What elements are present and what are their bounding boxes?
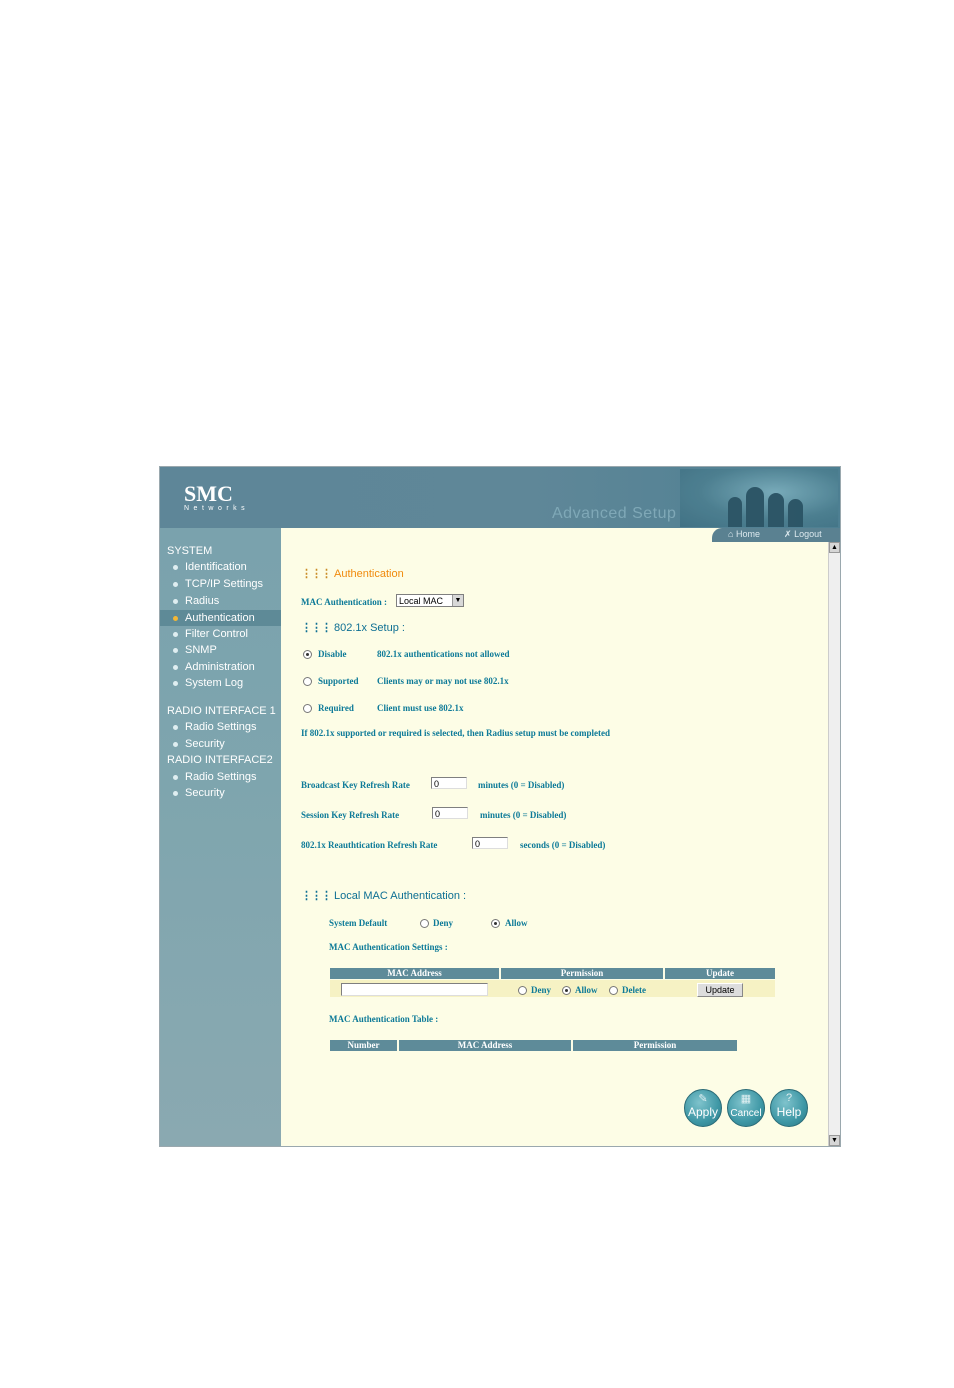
question-icon: ? [785, 1092, 793, 1104]
bullet-icon [173, 741, 178, 747]
radio-perm-allow[interactable] [562, 986, 571, 995]
mac-auth-label: MAC Authentication : [301, 597, 387, 607]
header-banner: SMC Networks Advanced Setup [160, 467, 840, 528]
sidebar-item-tcpip[interactable]: TCP/IP Settings [173, 578, 263, 590]
bullet-icon [173, 664, 178, 670]
disable-description: 802.1x authentications not allowed [377, 649, 510, 659]
bullet-icon [173, 774, 178, 780]
default-deny-label: Deny [433, 918, 453, 928]
mac-table-header-mac: MAC Address [399, 1040, 571, 1051]
apply-button[interactable]: ✎ Apply [684, 1089, 722, 1127]
chevron-down-icon: ▼ [452, 595, 463, 606]
apply-icon: ✎ [698, 1093, 708, 1105]
brand-name: SMC [184, 481, 233, 506]
page-title: ⋮⋮⋮ Authentication [301, 568, 404, 580]
radio-required-label: Required [318, 703, 354, 713]
scroll-down-icon[interactable]: ▼ [829, 1135, 840, 1146]
bullet-icon [173, 647, 178, 653]
help-button[interactable]: ? Help [770, 1089, 808, 1127]
bullet-icon [173, 631, 178, 637]
session-unit: minutes (0 = Disabled) [480, 810, 567, 820]
brand-subtitle: Networks [184, 505, 250, 512]
mac-table-header-number: Number [330, 1040, 397, 1051]
settings-header-mac: MAC Address [330, 968, 499, 979]
main-content: ⋮⋮⋮ Authentication MAC Authentication : L… [281, 528, 828, 1146]
session-label: Session Key Refresh Rate [301, 810, 400, 820]
settings-header-update: Update [665, 968, 775, 979]
bullet-icon [173, 564, 178, 570]
broadcast-input[interactable]: 0 [431, 777, 467, 789]
radio-default-deny[interactable] [420, 919, 429, 928]
bullet-icon [173, 724, 178, 730]
perm-deny-label: Deny [531, 985, 551, 995]
broadcast-unit: minutes (0 = Disabled) [478, 780, 565, 790]
radio-default-allow[interactable] [491, 919, 500, 928]
grip-icon: ⋮⋮⋮ [301, 568, 332, 580]
sidebar-item-radius[interactable]: Radius [173, 595, 219, 607]
reauth-input[interactable]: 0 [472, 837, 508, 849]
local-mac-title: ⋮⋮⋮ Local MAC Authentication : [301, 890, 467, 902]
sidebar-item-snmp[interactable]: SNMP [173, 644, 217, 656]
sidebar: SYSTEM Identification TCP/IP Settings Ra… [160, 528, 281, 1146]
settings-header-permission: Permission [501, 968, 663, 979]
radio-supported[interactable] [303, 677, 312, 686]
sidebar-item-authentication[interactable]: Authentication [160, 610, 281, 626]
sidebar-item-administration[interactable]: Administration [173, 661, 255, 673]
mac-settings-label: MAC Authentication Settings : [329, 942, 448, 952]
bullet-icon [173, 680, 178, 686]
grip-icon: ⋮⋮⋮ [301, 890, 332, 902]
radio-perm-delete[interactable] [609, 986, 618, 995]
supported-description: Clients may or may not use 802.1x [377, 676, 509, 686]
banner-title: Advanced Setup [552, 505, 677, 522]
radio-supported-label: Supported [318, 676, 359, 686]
bullet-icon [173, 615, 178, 621]
sidebar-item-radio2-security[interactable]: Security [173, 787, 225, 799]
sidebar-item-radio1-security[interactable]: Security [173, 738, 225, 750]
sidebar-heading-radio2: RADIO INTERFACE2 [167, 754, 273, 766]
perm-delete-label: Delete [622, 985, 646, 995]
default-allow-label: Allow [505, 918, 528, 928]
radio-perm-deny[interactable] [518, 986, 527, 995]
radio-disable[interactable] [303, 650, 312, 659]
radio-disable-label: Disable [318, 649, 347, 659]
mac-table-label: MAC Authentication Table : [329, 1014, 439, 1024]
reauth-label: 802.1x Reauthtication Refresh Rate [301, 840, 438, 850]
mac-auth-select[interactable]: Local MAC ▼ [396, 594, 464, 607]
vertical-scrollbar[interactable]: ▲ ▼ [828, 542, 840, 1146]
sidebar-item-system-log[interactable]: System Log [173, 677, 243, 689]
mac-table-header-permission: Permission [573, 1040, 737, 1051]
bullet-icon [173, 790, 178, 796]
required-description: Client must use 802.1x [377, 703, 464, 713]
radius-note: If 802.1x supported or required is selec… [301, 728, 611, 738]
sidebar-item-identification[interactable]: Identification [173, 561, 247, 573]
scroll-up-icon[interactable]: ▲ [829, 542, 840, 553]
perm-allow-label: Allow [575, 985, 598, 995]
sidebar-item-filter-control[interactable]: Filter Control [173, 628, 248, 640]
cancel-button[interactable]: ▦ Cancel [727, 1089, 765, 1127]
system-default-label: System Default [329, 918, 388, 928]
sidebar-heading-radio1: RADIO INTERFACE 1 [167, 705, 276, 717]
bullet-icon [173, 598, 178, 604]
sidebar-item-radio1-settings[interactable]: Radio Settings [173, 721, 257, 733]
smc-logo: SMC Networks [184, 481, 249, 512]
sidebar-heading-system: SYSTEM [167, 545, 213, 557]
radio-required[interactable] [303, 704, 312, 713]
banner-image [680, 469, 838, 527]
browser-frame: SMC Networks Advanced Setup ⌂ Home ✗ Log… [159, 466, 841, 1147]
setup-title: ⋮⋮⋮ 802.1x Setup : [301, 622, 405, 634]
session-input[interactable]: 0 [432, 807, 468, 819]
reauth-unit: seconds (0 = Disabled) [520, 840, 606, 850]
bullet-icon [173, 581, 178, 587]
update-button[interactable]: Update [697, 983, 743, 997]
sidebar-item-radio2-settings[interactable]: Radio Settings [173, 771, 257, 783]
trash-icon: ▦ [740, 1093, 752, 1105]
grip-icon: ⋮⋮⋮ [301, 622, 332, 634]
broadcast-label: Broadcast Key Refresh Rate [301, 780, 410, 790]
mac-address-input[interactable] [341, 983, 488, 996]
